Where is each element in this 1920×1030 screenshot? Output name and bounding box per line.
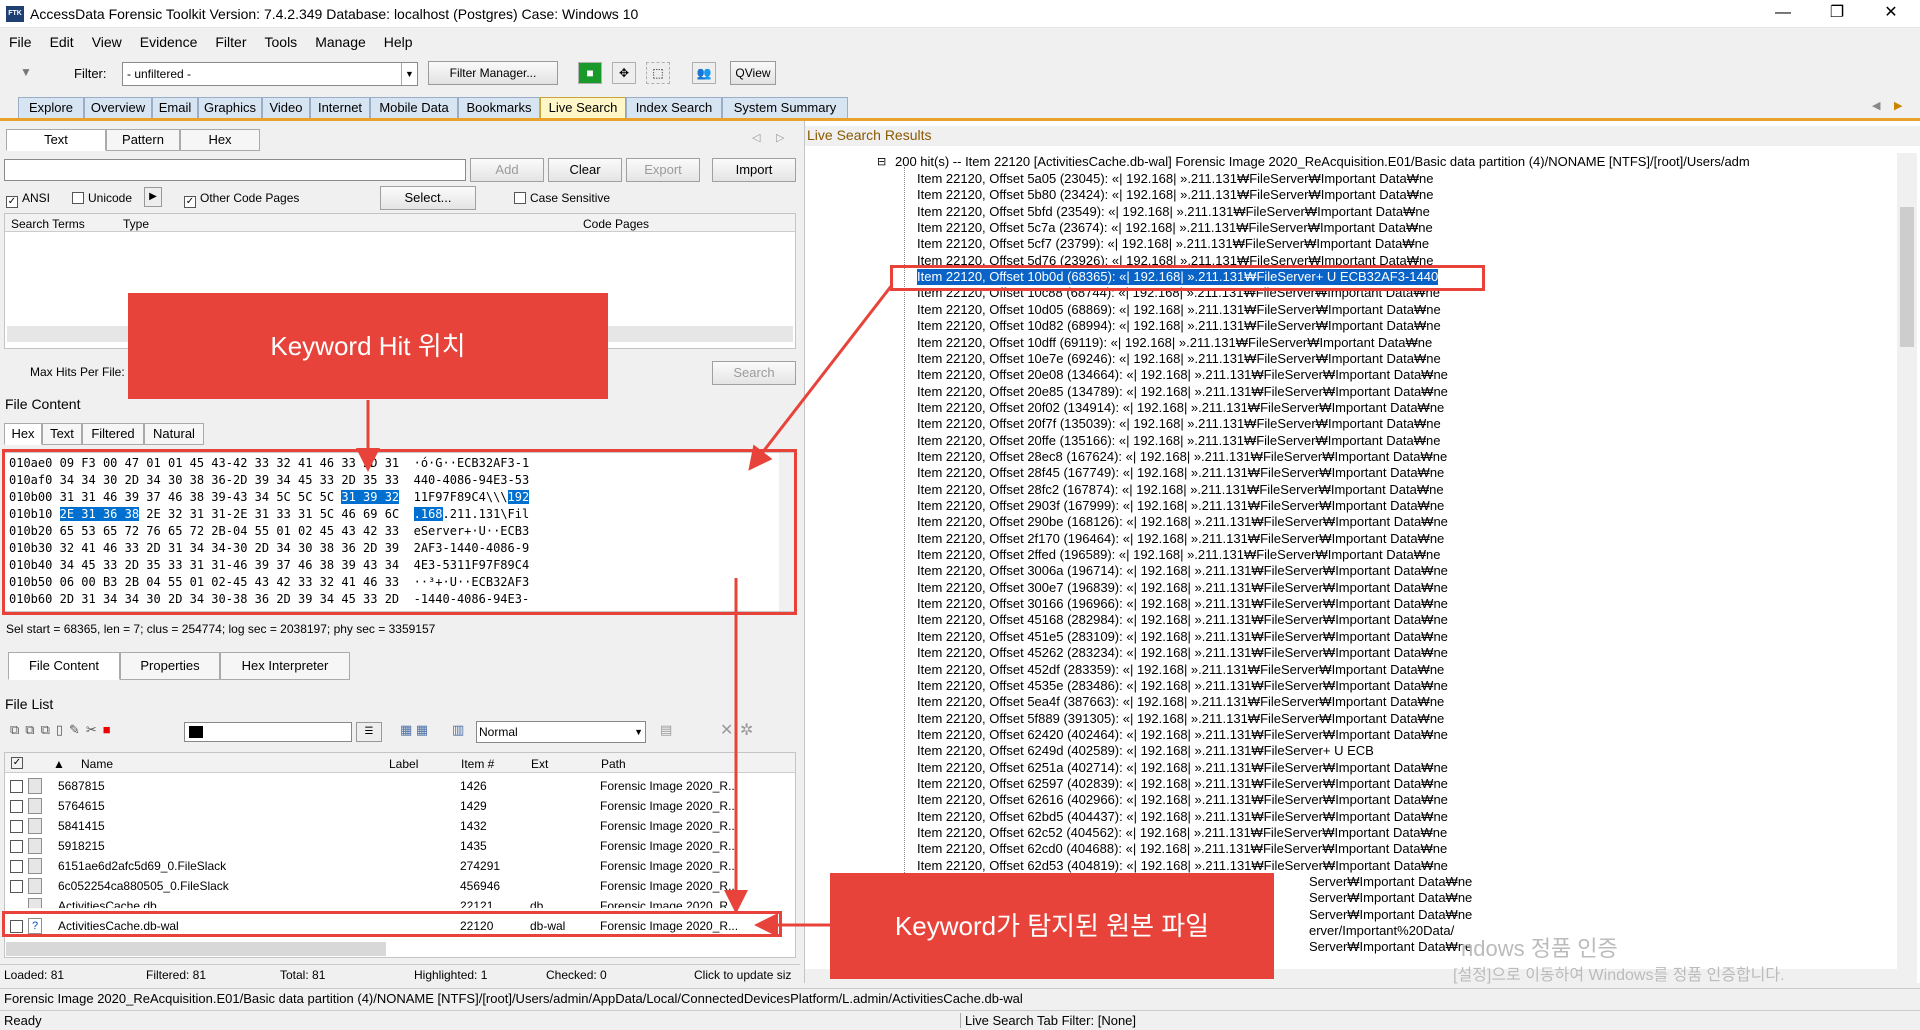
live-search-filter-status: Live Search Tab Filter: [None] — [960, 1013, 1136, 1028]
annotation-arrows — [356, 284, 894, 937]
status-bar: Ready Live Search Tab Filter: [None] — [0, 1010, 1920, 1030]
selected-path: Forensic Image 2020_ReAcquisition.E01/Ba… — [4, 991, 1023, 1006]
arrow-line — [748, 284, 894, 471]
path-status-bar: Forensic Image 2020_ReAcquisition.E01/Ba… — [0, 988, 1920, 1008]
ready-status: Ready — [4, 1013, 42, 1028]
